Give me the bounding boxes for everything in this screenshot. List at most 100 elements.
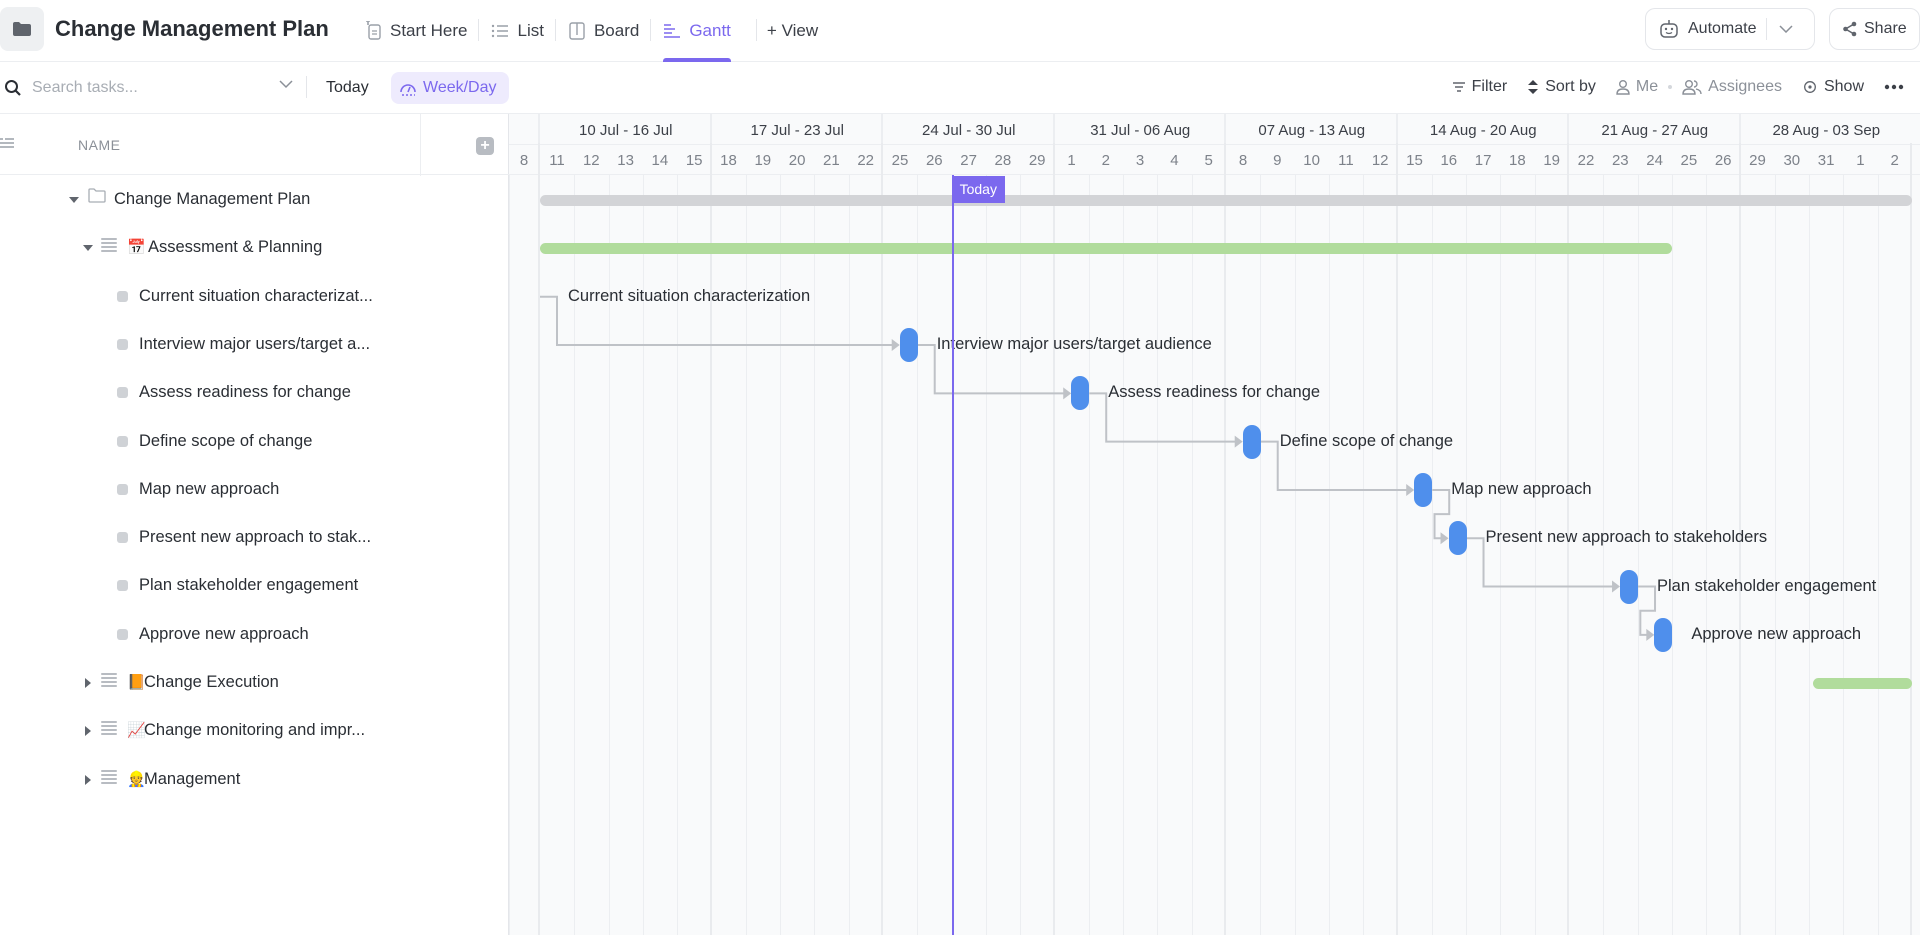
chevron-down-icon[interactable]: [278, 79, 294, 89]
folder-button[interactable]: [0, 7, 44, 51]
task-row[interactable]: Assess readiness for change: [0, 369, 509, 417]
me-filter-button[interactable]: Me: [1606, 74, 1668, 100]
gantt-toolbar: Today Week/Day Filter Sort by Me Assigne…: [0, 62, 1920, 113]
task-row[interactable]: Present new approach to stak...: [0, 514, 509, 562]
list-lines-icon: [101, 238, 117, 253]
dependency-arrow: [1063, 387, 1072, 400]
view-options: Filter Sort by Me Assignees Show: [1442, 74, 1914, 100]
task-status-icon[interactable]: [117, 387, 128, 399]
task-status-icon[interactable]: [117, 435, 128, 447]
row-label: Map new approach: [139, 479, 280, 498]
search-icon: [5, 80, 21, 96]
add-column-button[interactable]: +: [476, 137, 494, 155]
dependency-link: [1432, 488, 1451, 540]
milestone[interactable]: [899, 328, 918, 363]
dependency-arrow: [1406, 483, 1415, 496]
caret-right-icon[interactable]: [85, 678, 91, 688]
list-emoji-icon: 📈: [127, 722, 146, 740]
task-row[interactable]: Approve new approach: [0, 611, 509, 659]
dependency-arrow: [1440, 532, 1449, 545]
pinned-doc-icon: [364, 21, 382, 40]
today-button[interactable]: Today: [318, 75, 377, 101]
milestone[interactable]: [1414, 472, 1433, 507]
task-status-icon[interactable]: [117, 338, 128, 350]
list-row[interactable]: 📙 Change Execution: [0, 659, 509, 707]
row-label: Assessment & Planning: [148, 238, 323, 257]
list-row[interactable]: 👷 Management: [0, 756, 509, 804]
gantt-chart: 10 Jul - 16 Jul 17 Jul - 23 Jul 24 Jul - 3…: [509, 113, 1920, 935]
summary-bar[interactable]: [540, 194, 1912, 206]
sort-label: Sort by: [1545, 78, 1596, 95]
add-view-button[interactable]: + View: [755, 0, 830, 62]
caret-right-icon[interactable]: [85, 774, 91, 785]
more-options-button[interactable]: [1874, 80, 1914, 94]
task-row[interactable]: Define scope of change: [0, 418, 509, 466]
share-button[interactable]: Share: [1829, 8, 1920, 50]
list-row[interactable]: 📈 Change monitoring and impr...: [0, 707, 509, 755]
list-icon: [491, 22, 509, 40]
caret-down-icon[interactable]: [69, 197, 79, 203]
task-row[interactable]: Current situation characterizat...: [0, 273, 509, 321]
folder-row[interactable]: Change Management Plan: [0, 176, 509, 224]
row-label: Change Management Plan: [114, 190, 311, 208]
list-emoji-icon: 📅: [127, 239, 146, 257]
timescale-button[interactable]: Week/Day: [391, 72, 509, 104]
gantt-task-label: Present new approach to stakeholders: [1485, 528, 1768, 547]
robot-icon: [1660, 20, 1678, 38]
gantt-task-label: Assess readiness for change: [1108, 383, 1321, 402]
milestone[interactable]: [1242, 424, 1261, 459]
automate-label: Automate: [1688, 20, 1757, 37]
me-label: Me: [1635, 78, 1659, 95]
tab-list[interactable]: List: [479, 0, 556, 62]
show-button[interactable]: Show: [1792, 74, 1874, 100]
collapse-all-icon[interactable]: [0, 136, 14, 150]
row-label: Present new approach to stak...: [139, 528, 372, 547]
milestone[interactable]: [1654, 617, 1673, 652]
share-label: Share: [1864, 20, 1907, 37]
assignees-button[interactable]: Assignees: [1672, 74, 1792, 100]
list-lines-icon: [101, 673, 117, 687]
list-bar[interactable]: [1812, 677, 1912, 689]
tab-start-here[interactable]: Start Here: [352, 0, 480, 62]
dependency-arrow: [1612, 580, 1621, 593]
search-input[interactable]: [32, 79, 262, 97]
gauge-icon: [400, 84, 416, 96]
more-icon: [1884, 84, 1904, 90]
task-row[interactable]: Plan stakeholder engagement: [0, 562, 509, 610]
caret-right-icon[interactable]: [85, 726, 91, 737]
row-label: Change monitoring and impr...: [144, 721, 366, 740]
milestone[interactable]: [1448, 521, 1467, 556]
users-icon: [1682, 80, 1702, 95]
board-icon: [568, 22, 586, 40]
task-status-icon[interactable]: [117, 628, 128, 640]
tab-gantt[interactable]: Gantt: [651, 0, 757, 62]
tab-label: Board: [593, 21, 640, 40]
task-status-icon[interactable]: [117, 483, 128, 495]
caret-down-icon[interactable]: [83, 245, 93, 252]
milestone[interactable]: [1620, 569, 1639, 604]
task-status-icon[interactable]: [117, 532, 128, 544]
eye-icon: [1804, 81, 1816, 93]
task-status-icon[interactable]: [117, 580, 128, 592]
tab-label: List: [517, 21, 544, 40]
gantt-task-label: Map new approach: [1451, 479, 1592, 498]
task-row[interactable]: Map new approach: [0, 466, 509, 514]
list-bar[interactable]: [540, 242, 1672, 254]
gantt-task-label: Define scope of change: [1279, 431, 1454, 450]
automate-button[interactable]: Automate: [1645, 8, 1815, 50]
task-status-icon[interactable]: [117, 290, 128, 302]
dependency-arrow: [891, 339, 900, 352]
milestone[interactable]: [1071, 376, 1090, 411]
row-label: Approve new approach: [139, 624, 309, 643]
task-row[interactable]: Interview major users/target a...: [0, 321, 509, 369]
dependency-arrow: [1234, 435, 1243, 448]
list-emoji-icon: 📙: [127, 674, 146, 691]
tab-board[interactable]: Board: [556, 0, 652, 62]
list-column-header: NAME +: [0, 113, 509, 176]
filter-button[interactable]: Filter: [1442, 74, 1518, 100]
chevron-down-icon[interactable]: [1779, 25, 1794, 33]
sort-button[interactable]: Sort by: [1517, 74, 1606, 100]
gantt-task-label: Current situation characterization: [568, 286, 811, 305]
list-row[interactable]: 📅 Assessment & Planning: [0, 224, 509, 272]
top-bar: Change Management Plan Start Here List B…: [0, 0, 1920, 62]
